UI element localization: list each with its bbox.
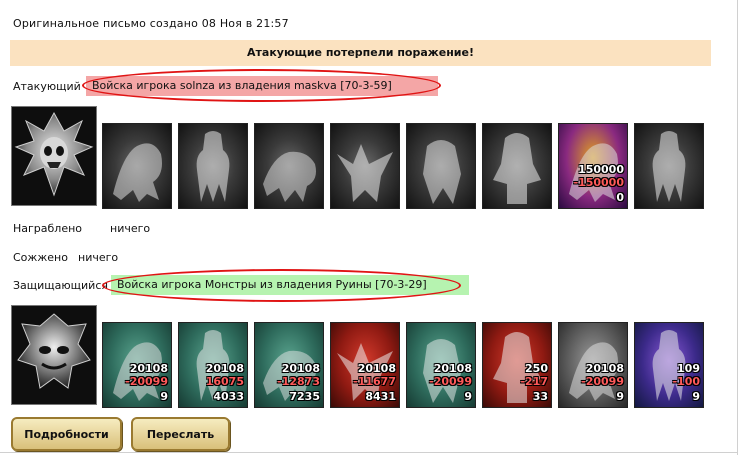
dragon-unit-icon[interactable]	[102, 123, 172, 209]
skeleton-knight-unit-icon[interactable]	[178, 123, 248, 209]
unit-remaining: 4033	[213, 390, 244, 403]
unit-remaining: 9	[464, 390, 472, 403]
burned-label: Сожжено	[13, 251, 68, 264]
hound-unit-icon[interactable]	[254, 123, 324, 209]
orc-unit-icon[interactable]: 20108 -12873 7235	[254, 322, 324, 408]
wraith-unit-icon[interactable]	[634, 123, 704, 209]
hooded-warrior-unit-icon[interactable]	[482, 123, 552, 209]
beast-unit-icon[interactable]	[406, 123, 476, 209]
unit-remaining: 9	[160, 390, 168, 403]
purple-witch-unit-icon[interactable]: 109 -100 9	[634, 322, 704, 408]
lizard-unit-icon[interactable]: 20108 -20099 9	[102, 322, 172, 408]
unit-remaining: 9	[692, 390, 700, 403]
spider-unit-icon[interactable]: 20108 -20099 9	[406, 322, 476, 408]
tombstone-unit-icon[interactable]: 20108 -20099 9	[558, 322, 628, 408]
defender-hero-emblem-icon	[11, 305, 97, 405]
frame-right-edge	[737, 0, 738, 455]
created-date-text: Оригинальное письмо создано 08 Ноя в 21:…	[13, 17, 289, 30]
red-demon-unit-icon[interactable]: 20108 -11677 8431	[330, 322, 400, 408]
unit-loss: -11677	[353, 375, 396, 388]
golem-unit-icon[interactable]: 20108 16075 4033	[178, 322, 248, 408]
unit-count: 20108	[281, 362, 320, 375]
defender-label: Защищающийся	[13, 279, 108, 292]
unit-count: 20108	[357, 362, 396, 375]
unit-count: 250	[525, 362, 548, 375]
unit-remaining: 9	[616, 390, 624, 403]
unit-remaining: 0	[616, 191, 624, 204]
unit-loss: -20099	[125, 375, 168, 388]
unit-remaining: 8431	[365, 390, 396, 403]
unit-count: 20108	[585, 362, 624, 375]
looted-value: ничего	[110, 222, 151, 235]
unit-loss: -20099	[429, 375, 472, 388]
battle-result-banner: Атакующие потерпели поражение!	[10, 40, 711, 66]
attacker-hero-emblem-icon	[11, 106, 97, 206]
unit-remaining: 33	[532, 390, 548, 403]
unit-loss: -217	[520, 375, 548, 388]
defender-highlight-ellipse	[102, 269, 461, 302]
unit-loss: -20099	[581, 375, 624, 388]
attacker-highlight-ellipse	[82, 69, 441, 102]
details-button[interactable]: Подробности	[11, 417, 122, 451]
gargoyle-unit-icon[interactable]	[330, 123, 400, 209]
unit-loss: -12873	[277, 375, 320, 388]
unit-count: 109	[677, 362, 700, 375]
unit-count: 20108	[433, 362, 472, 375]
unit-count: 20108	[129, 362, 168, 375]
forward-button[interactable]: Переслать	[131, 417, 230, 451]
demon-lord-unit-icon[interactable]: 150000 -150000 0	[558, 123, 628, 209]
unit-loss: -100	[672, 375, 700, 388]
frame-bottom-edge	[0, 452, 738, 453]
unit-loss: -150000	[573, 176, 625, 189]
unit-remaining: 7235	[289, 390, 320, 403]
attacker-label: Атакующий	[13, 80, 81, 93]
unit-count: 20108	[205, 362, 244, 375]
unit-loss: 16075	[205, 375, 244, 388]
looted-label: Награблено	[13, 222, 83, 235]
burned-value: ничего	[78, 251, 119, 264]
unit-count: 150000	[578, 163, 624, 176]
red-fiend-unit-icon[interactable]: 250 -217 33	[482, 322, 552, 408]
